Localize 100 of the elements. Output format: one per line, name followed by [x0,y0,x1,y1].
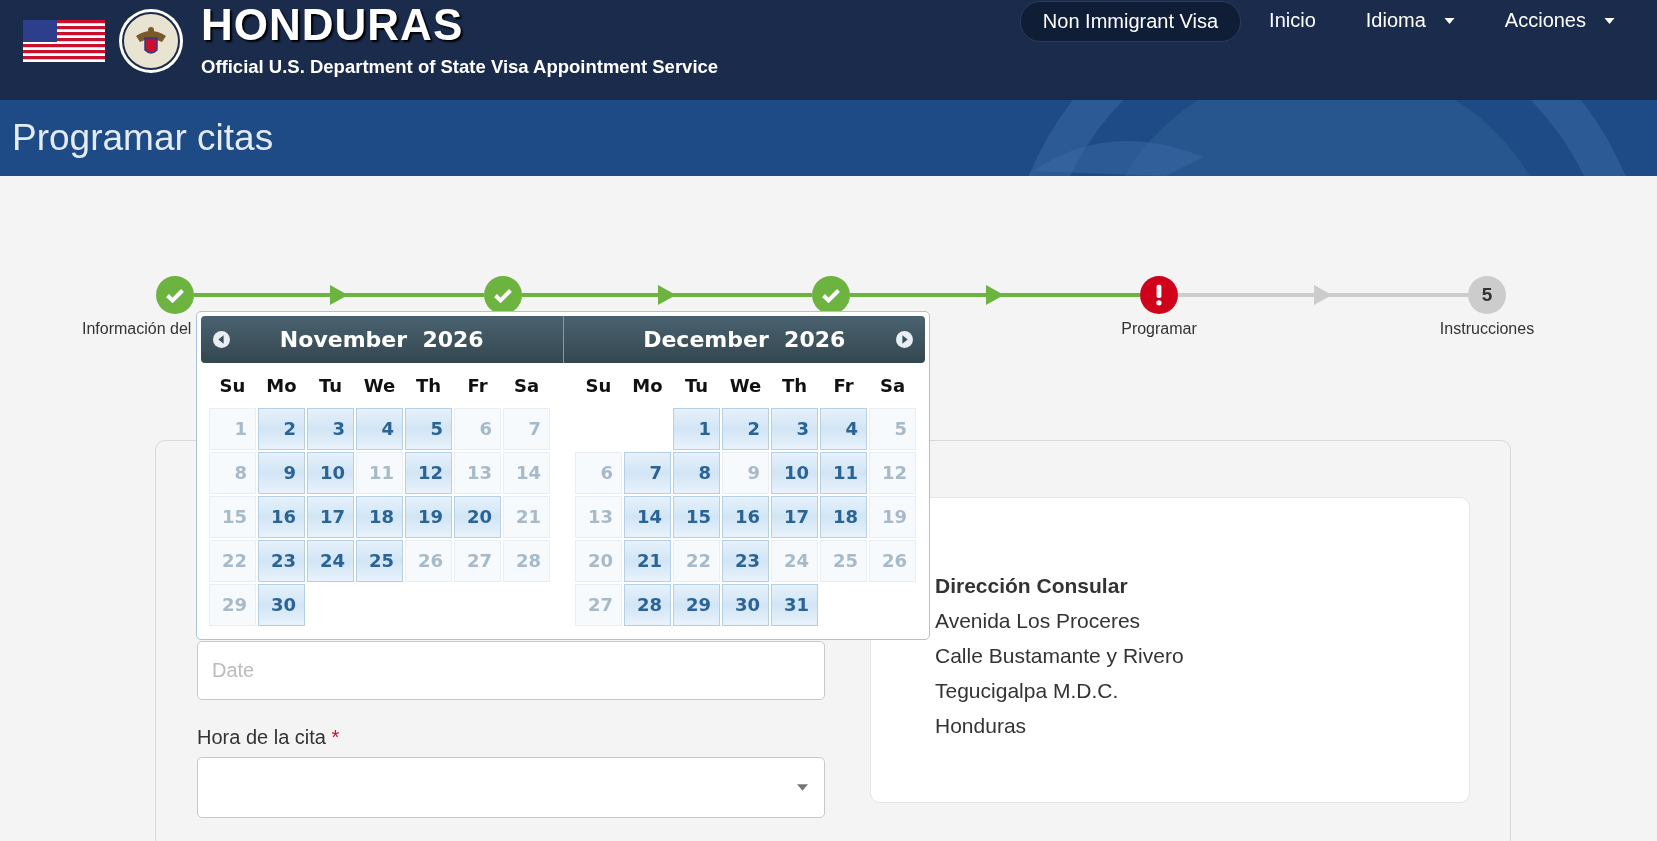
calendar-day[interactable]: 11 [820,452,867,494]
weekday-label: Fr [832,375,855,396]
step-label: Información del [82,320,192,337]
site-title: HONDURAS [201,0,465,50]
calendar-day[interactable]: 20 [454,496,501,538]
unavailable-date: 19 [869,496,916,538]
date-field[interactable]: Date [197,641,825,700]
weekday-label: Mo [631,375,664,396]
calendar-day[interactable]: 18 [820,496,867,538]
weekday-label: Tu [683,375,710,396]
exclamation-icon [1156,284,1162,306]
unavailable-date: 9 [722,452,769,494]
calendar-day[interactable]: 3 [771,408,818,450]
calendar-day[interactable]: 10 [307,452,354,494]
calendar-day[interactable]: 3 [307,408,354,450]
calendar-day[interactable]: 18 [356,496,403,538]
caret-icon [797,784,808,791]
unavailable-date: 8 [209,452,256,494]
step-indicator: 5 [1468,276,1506,314]
calendar-day[interactable]: 10 [771,452,818,494]
calendar-day[interactable]: 23 [258,540,305,582]
weekday-label: Su [218,375,247,396]
weekday-label: We [362,375,397,396]
calendar-day[interactable]: 12 [405,452,452,494]
calendar-day[interactable]: 17 [307,496,354,538]
calendar-day[interactable]: 19 [405,496,452,538]
weekday-label: Sa [878,375,907,396]
weekday-label: Su [584,375,613,396]
calendar-day[interactable]: 4 [356,408,403,450]
weekday-label: Th [414,375,443,396]
calendar-day[interactable]: 8 [673,452,720,494]
unavailable-date: 29 [209,584,256,626]
calendar-day[interactable]: 25 [356,540,403,582]
weekday-label: We [728,375,763,396]
unavailable-date: 12 [869,452,916,494]
unavailable-date: 27 [575,584,622,626]
flag-icon [23,20,105,62]
unavailable-date: 13 [454,452,501,494]
nav-link[interactable]: Acciones [1482,1,1637,40]
calendar-day[interactable]: 4 [820,408,867,450]
calendar-day[interactable]: 15 [673,496,720,538]
address-line: Calle Bustamante y Rivero [935,643,1185,669]
calendar-day[interactable]: 16 [722,496,769,538]
calendar-day[interactable]: 17 [771,496,818,538]
calendar-day[interactable]: 30 [258,584,305,626]
check-icon [494,287,512,303]
calendar-day[interactable]: 21 [624,540,671,582]
step-label: Programar [1121,320,1197,337]
address-line: Tegucigalpa M.D.C. [935,678,1120,704]
calendar-day[interactable]: 9 [258,452,305,494]
unavailable-date: 26 [405,540,452,582]
calendar-day[interactable]: 28 [624,584,671,626]
nav-link[interactable]: Inicio [1247,1,1338,40]
unavailable-date: 26 [869,540,916,582]
calendar-day[interactable]: 1 [673,408,720,450]
check-icon [822,287,840,303]
unavailable-date: 14 [503,452,550,494]
unavailable-date: 27 [454,540,501,582]
calendar-day[interactable]: 2 [722,408,769,450]
unavailable-date: 22 [209,540,256,582]
calendar-day[interactable]: 5 [405,408,452,450]
calendar-day[interactable]: 29 [673,584,720,626]
unavailable-date: 24 [771,540,818,582]
unavailable-date: 22 [673,540,720,582]
field-label: Hora de la cita * [197,726,341,749]
previous-icon[interactable] [213,331,230,348]
unavailable-date: 25 [820,540,867,582]
next-icon[interactable] [896,331,913,348]
nav-link[interactable]: Idioma [1343,1,1477,40]
weekday-label: Mo [265,375,298,396]
unavailable-date: 7 [503,408,550,450]
calendar-day[interactable]: 2 [258,408,305,450]
unavailable-date: 11 [356,452,403,494]
address-heading: Dirección Consular [935,573,1129,599]
calendar-day[interactable]: 14 [624,496,671,538]
weekday-label: Fr [466,375,489,396]
calendar-day[interactable]: 23 [722,540,769,582]
unavailable-date: 15 [209,496,256,538]
calendar-day[interactable]: 16 [258,496,305,538]
address-line: Avenida Los Proceres [935,608,1142,634]
unavailable-date: 6 [575,452,622,494]
unavailable-date: 6 [454,408,501,450]
calendar-day[interactable]: 30 [722,584,769,626]
weekday-label: Tu [317,375,344,396]
page-title: Programar citas [12,117,274,159]
unavailable-date: 1 [209,408,256,450]
month-title: December 2026 [643,327,846,352]
unavailable-date: 28 [503,540,550,582]
calendar-day[interactable]: 24 [307,540,354,582]
address-line: Honduras [935,713,1028,739]
calendar-day[interactable]: 7 [624,452,671,494]
month-title: November 2026 [279,327,484,352]
unavailable-date: 21 [503,496,550,538]
unavailable-date: 13 [575,496,622,538]
step-label: Instrucciones [1439,320,1535,337]
site-subtitle: Official U.S. Department of State Visa Appointment Service [201,56,719,78]
seal-icon [118,8,184,74]
calendar-day[interactable]: 31 [771,584,818,626]
nav-link[interactable]: Non Immigrant Visa [1019,1,1242,42]
check-icon [166,287,184,303]
